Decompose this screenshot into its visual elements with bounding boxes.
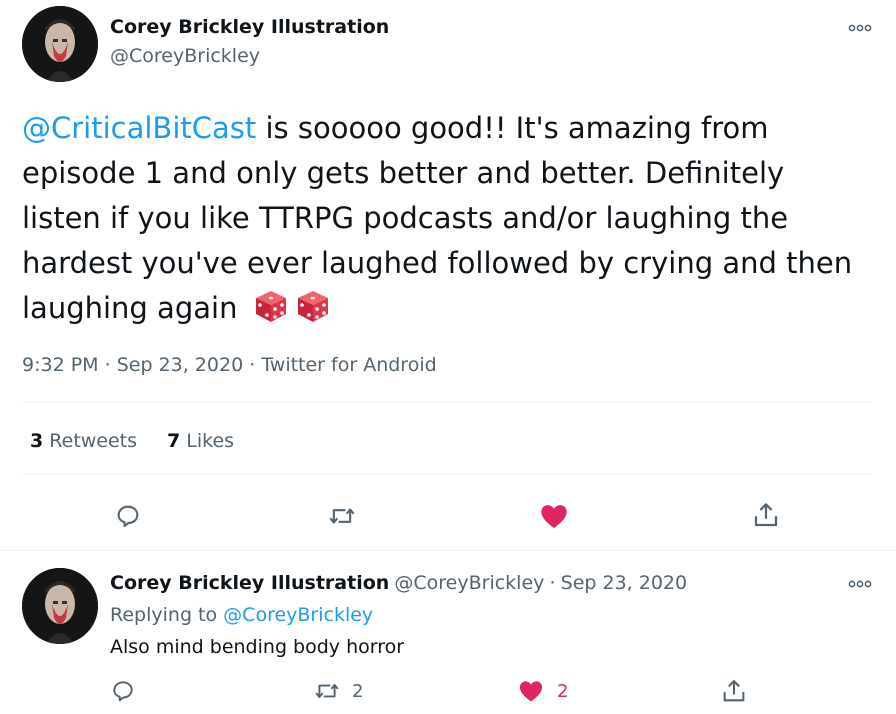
tweet-metadata: 9:32 PM · Sep 23, 2020 · Twitter for And…: [22, 354, 437, 376]
replying-to-handle[interactable]: @CoreyBrickley: [223, 604, 373, 626]
reply-reply-button[interactable]: [110, 678, 136, 704]
retweets-label: Retweets: [49, 430, 138, 452]
share-upload-icon: [723, 680, 745, 702]
reply-button[interactable]: [114, 502, 142, 530]
reply-like-count: 2: [557, 680, 569, 702]
reply-share-button[interactable]: [720, 677, 748, 705]
retweets-stat[interactable]: 3 Retweets: [30, 430, 137, 452]
reply-text: Also mind bending body horror: [110, 636, 405, 658]
likes-stat[interactable]: 7 Likes: [167, 430, 234, 452]
three-dots-icon: [848, 24, 872, 32]
likes-label: Likes: [186, 430, 235, 452]
tweet-time[interactable]: 9:32 PM: [22, 354, 99, 376]
divider: [22, 402, 872, 403]
reply-author-handle[interactable]: @CoreyBrickley: [394, 572, 544, 594]
like-button[interactable]: [538, 500, 570, 532]
meta-separator: ·: [104, 354, 111, 376]
reply-author-avatar[interactable]: [22, 568, 98, 644]
more-options-button[interactable]: [848, 20, 872, 39]
game-die-icon: [295, 288, 331, 337]
divider: [22, 474, 872, 475]
retweet-button[interactable]: [328, 502, 356, 530]
reply-author-name[interactable]: Corey Brickley Illustration: [110, 572, 389, 594]
speech-bubble-icon: [113, 681, 133, 702]
share-upload-icon: [754, 503, 778, 527]
heart-icon: [519, 681, 543, 702]
speech-bubble-icon: [117, 505, 139, 528]
reply-header: Corey Brickley Illustration @CoreyBrickl…: [110, 572, 687, 594]
author-avatar[interactable]: [22, 6, 98, 82]
replying-to: Replying to @CoreyBrickley: [110, 604, 373, 626]
divider: [0, 550, 896, 551]
tweet-date[interactable]: Sep 23, 2020: [117, 354, 243, 376]
reply-date[interactable]: Sep 23, 2020: [561, 572, 687, 594]
share-button[interactable]: [751, 500, 781, 530]
tweet-text: @CriticalBitCast is sooooo good!! It's a…: [22, 106, 872, 337]
meta-separator: ·: [549, 572, 556, 594]
mention-link[interactable]: @CriticalBitCast: [22, 111, 256, 145]
reply-retweet-button[interactable]: 2: [314, 678, 363, 704]
author-name[interactable]: Corey Brickley Illustration: [110, 16, 389, 38]
heart-icon: [541, 505, 567, 528]
meta-separator: ·: [249, 354, 256, 376]
reply-like-button[interactable]: 2: [517, 677, 568, 705]
retweet-arrows-icon: [315, 684, 339, 698]
retweets-count: 3: [30, 430, 44, 452]
game-die-icon: [253, 288, 289, 337]
replying-to-label: Replying to: [110, 604, 218, 626]
tweet-source[interactable]: Twitter for Android: [261, 354, 436, 376]
likes-count: 7: [167, 430, 181, 452]
reply-retweet-count: 2: [352, 680, 364, 702]
author-handle[interactable]: @CoreyBrickley: [110, 45, 260, 67]
retweet-arrows-icon: [329, 508, 355, 524]
three-dots-icon: [848, 580, 872, 588]
reply-more-options-button[interactable]: [848, 576, 872, 595]
